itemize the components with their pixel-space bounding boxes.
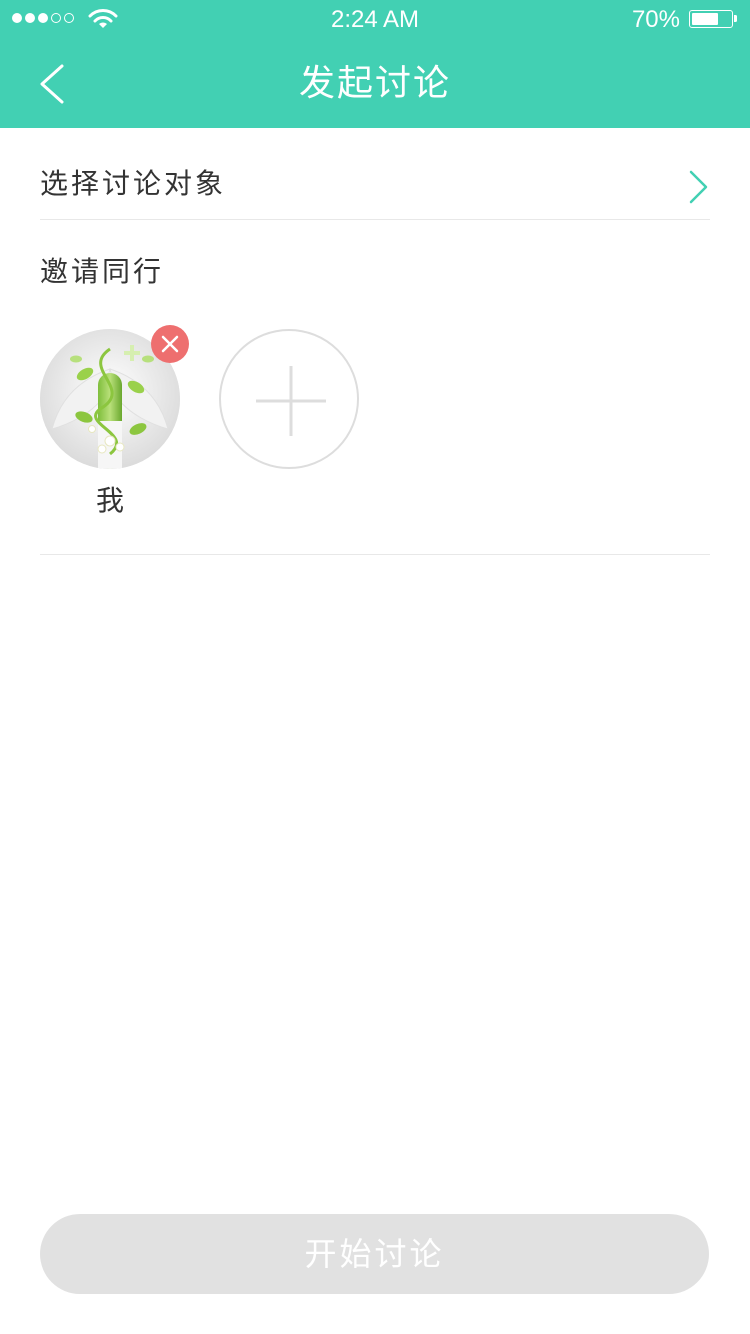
status-bar: 2:24 AM 70% bbox=[0, 0, 750, 40]
nav-header: 2:24 AM 70% 发起讨论 bbox=[0, 0, 750, 128]
member-name: 我 bbox=[95, 484, 124, 517]
battery-percent: 70% bbox=[631, 6, 680, 33]
plus-icon bbox=[256, 366, 326, 436]
start-discussion-button[interactable]: 开始讨论 bbox=[40, 1214, 709, 1294]
add-member-button[interactable] bbox=[219, 329, 359, 469]
select-target-label: 选择讨论对象 bbox=[40, 167, 227, 200]
close-icon bbox=[161, 335, 179, 353]
section-divider bbox=[40, 554, 710, 555]
battery-icon bbox=[689, 10, 733, 28]
page-title: 发起讨论 bbox=[298, 63, 451, 104]
invite-peers-label: 邀请同行 bbox=[40, 255, 165, 288]
battery-level bbox=[692, 13, 718, 25]
select-discussion-target-row[interactable]: 选择讨论对象 bbox=[40, 150, 710, 220]
member-item: 我 bbox=[40, 325, 189, 517]
remove-member-button[interactable] bbox=[151, 325, 189, 363]
battery-tip bbox=[734, 15, 737, 22]
chevron-right-icon bbox=[688, 170, 710, 208]
